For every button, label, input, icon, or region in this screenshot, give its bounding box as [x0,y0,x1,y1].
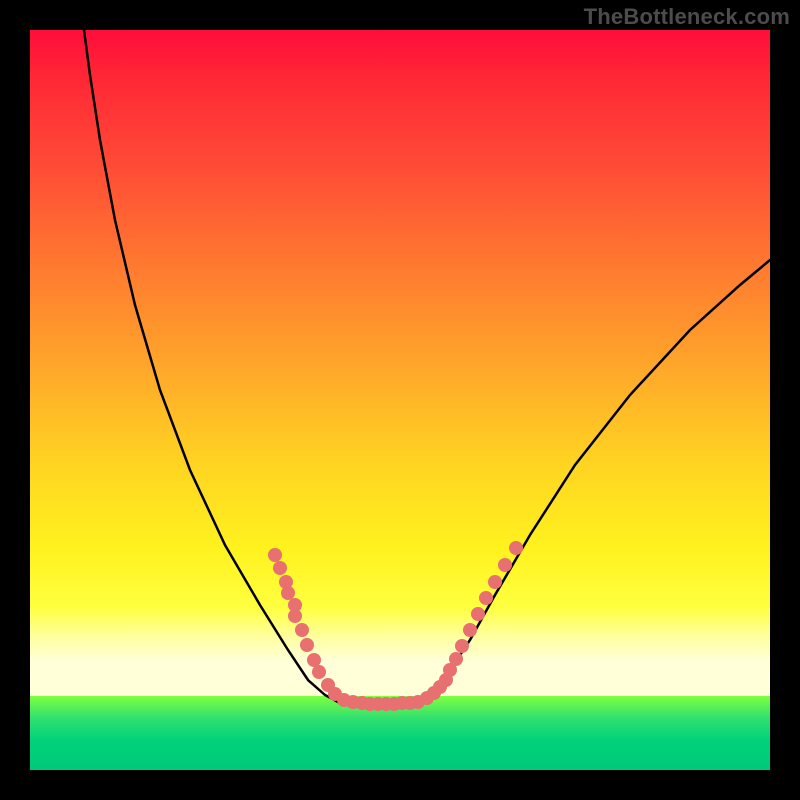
data-dot [295,623,309,637]
watermark-text: TheBottleneck.com [584,4,790,30]
plot-area [30,30,770,770]
data-dot [307,653,321,667]
data-dot [509,541,523,555]
data-dot [479,591,493,605]
data-dot [471,607,485,621]
data-dot [312,665,326,679]
data-dots [268,541,523,711]
bottleneck-curve [84,30,770,704]
data-dot [288,609,302,623]
data-dot [268,548,282,562]
data-dot [455,639,469,653]
data-dot [273,561,287,575]
data-dot [281,586,295,600]
data-dot [300,638,314,652]
curve-layer [30,30,770,770]
data-dot [488,575,502,589]
data-dot [449,652,463,666]
data-dot [463,623,477,637]
chart-frame: TheBottleneck.com [0,0,800,800]
data-dot [498,558,512,572]
